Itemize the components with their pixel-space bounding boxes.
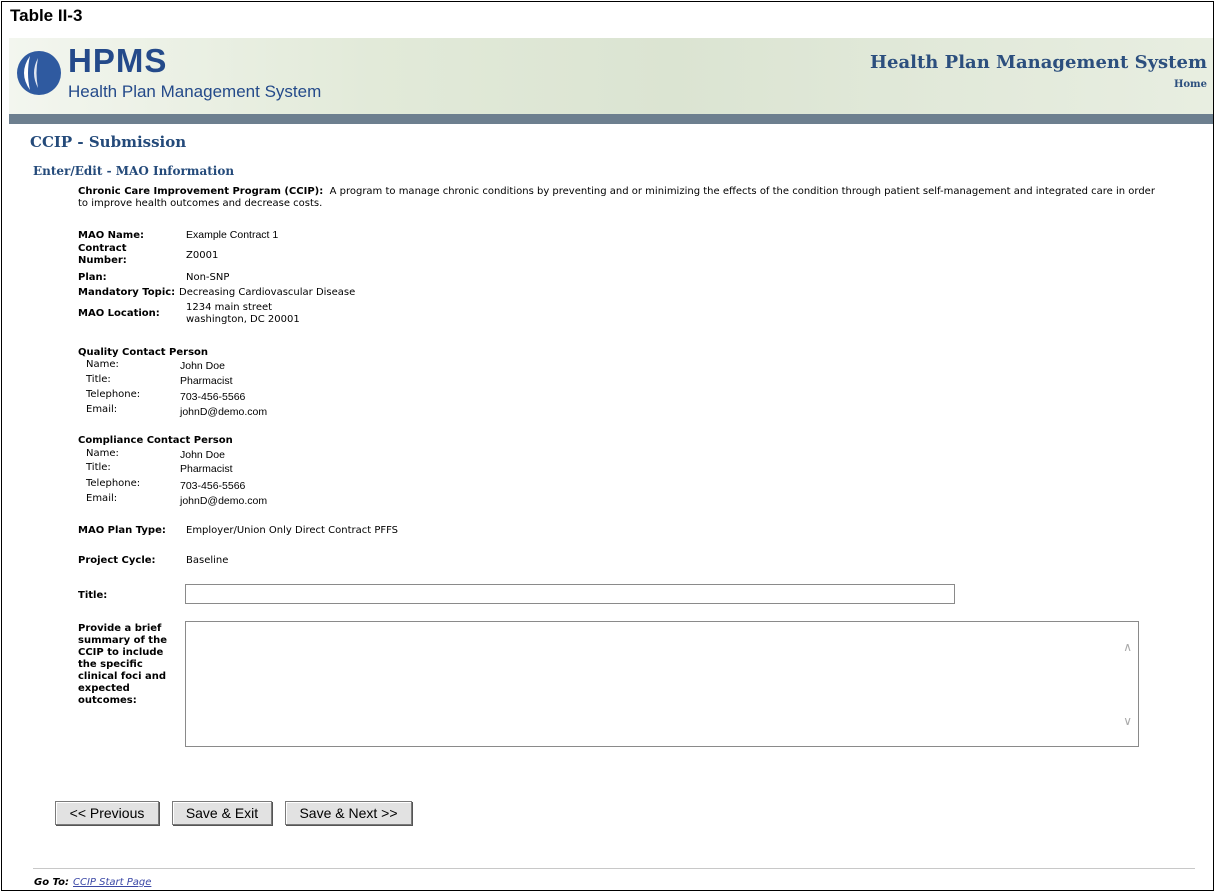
mao-name-label: MAO Name: (78, 230, 144, 241)
summary-label-line6: expected (78, 683, 130, 694)
quality-phone-value: 703-456-5566 (180, 391, 246, 403)
summary-label-line1: Provide a brief (78, 623, 162, 634)
quality-name-label: Name: (86, 359, 119, 370)
summary-label-line3: CCIP to include (78, 647, 164, 658)
compliance-email-label: Email: (86, 493, 118, 504)
summary-label-line2: summary of the (78, 635, 167, 646)
logo-subtitle: Health Plan Management System (68, 82, 322, 101)
save-exit-button[interactable]: Save & Exit (172, 801, 272, 825)
compliance-phone-value: 703-456-5566 (180, 480, 246, 492)
page-title: CCIP - Submission (30, 133, 187, 151)
quality-email-value: johnD@demo.com (180, 406, 268, 418)
compliance-contact-heading: Compliance Contact Person (78, 435, 233, 446)
previous-button[interactable]: << Previous (55, 801, 159, 825)
quality-contact-heading: Quality Contact Person (78, 347, 209, 358)
summary-label-line4: the specific (78, 659, 143, 670)
home-link[interactable]: Home (1174, 79, 1207, 90)
scroll-up-icon[interactable]: ∧ (1123, 640, 1132, 654)
mao-name-value: Example Contract 1 (186, 229, 279, 241)
title-input[interactable] (185, 584, 955, 604)
plan-type-value: Employer/Union Only Direct Contract PFFS (186, 525, 399, 536)
plan-value: Non-SNP (186, 272, 230, 283)
contract-number-label-line1: Contract (78, 243, 127, 254)
header-banner (9, 38, 1213, 114)
quality-title-label: Title: (86, 374, 111, 385)
logo-wordmark: HPMS (68, 42, 168, 79)
quality-phone-label: Telephone: (86, 389, 141, 400)
compliance-name-value: John Doe (180, 449, 225, 461)
project-cycle-label: Project Cycle: (78, 555, 156, 566)
system-title: Health Plan Management System (870, 52, 1207, 73)
table-label: Table II-3 (10, 6, 83, 25)
compliance-phone-label: Telephone: (86, 478, 141, 489)
goto-label: Go To: (34, 877, 69, 888)
mao-location-line1: 1234 main street (186, 302, 273, 313)
mao-location-line2: washington, DC 20001 (186, 314, 300, 325)
contract-number-value: Z0001 (186, 250, 219, 261)
summary-label-line7: outcomes: (78, 695, 137, 706)
title-field-label: Title: (78, 590, 108, 601)
compliance-title-value: Pharmacist (180, 463, 233, 475)
project-cycle-value: Baseline (186, 555, 229, 566)
contract-number-label-line2: Number: (78, 255, 127, 266)
section-title: Enter/Edit - MAO Information (33, 164, 235, 178)
compliance-title-label: Title: (86, 462, 111, 473)
scroll-down-icon[interactable]: ∨ (1123, 714, 1132, 728)
mao-location-label: MAO Location: (78, 308, 160, 319)
quality-name-value: John Doe (180, 360, 225, 372)
plan-type-label: MAO Plan Type: (78, 525, 166, 536)
footer-divider (33, 868, 1195, 869)
header-divider-bar (9, 114, 1213, 124)
quality-email-label: Email: (86, 404, 118, 415)
save-next-button[interactable]: Save & Next >> (285, 801, 412, 825)
mandatory-topic-label: Mandatory Topic: (78, 287, 176, 298)
ccip-definition: Chronic Care Improvement Program (CCIP):… (78, 186, 1158, 210)
mandatory-topic-value: Decreasing Cardiovascular Disease (179, 287, 356, 298)
plan-label: Plan: (78, 272, 107, 283)
compliance-email-value: johnD@demo.com (180, 495, 268, 507)
ccip-start-page-link[interactable]: CCIP Start Page (73, 877, 151, 888)
summary-textarea[interactable]: ∧ ∨ (185, 621, 1139, 747)
summary-label-line5: clinical foci and (78, 671, 166, 682)
hpms-logo-icon (17, 51, 61, 95)
ccip-term: Chronic Care Improvement Program (CCIP): (78, 186, 324, 197)
compliance-name-label: Name: (86, 448, 119, 459)
quality-title-value: Pharmacist (180, 375, 233, 387)
